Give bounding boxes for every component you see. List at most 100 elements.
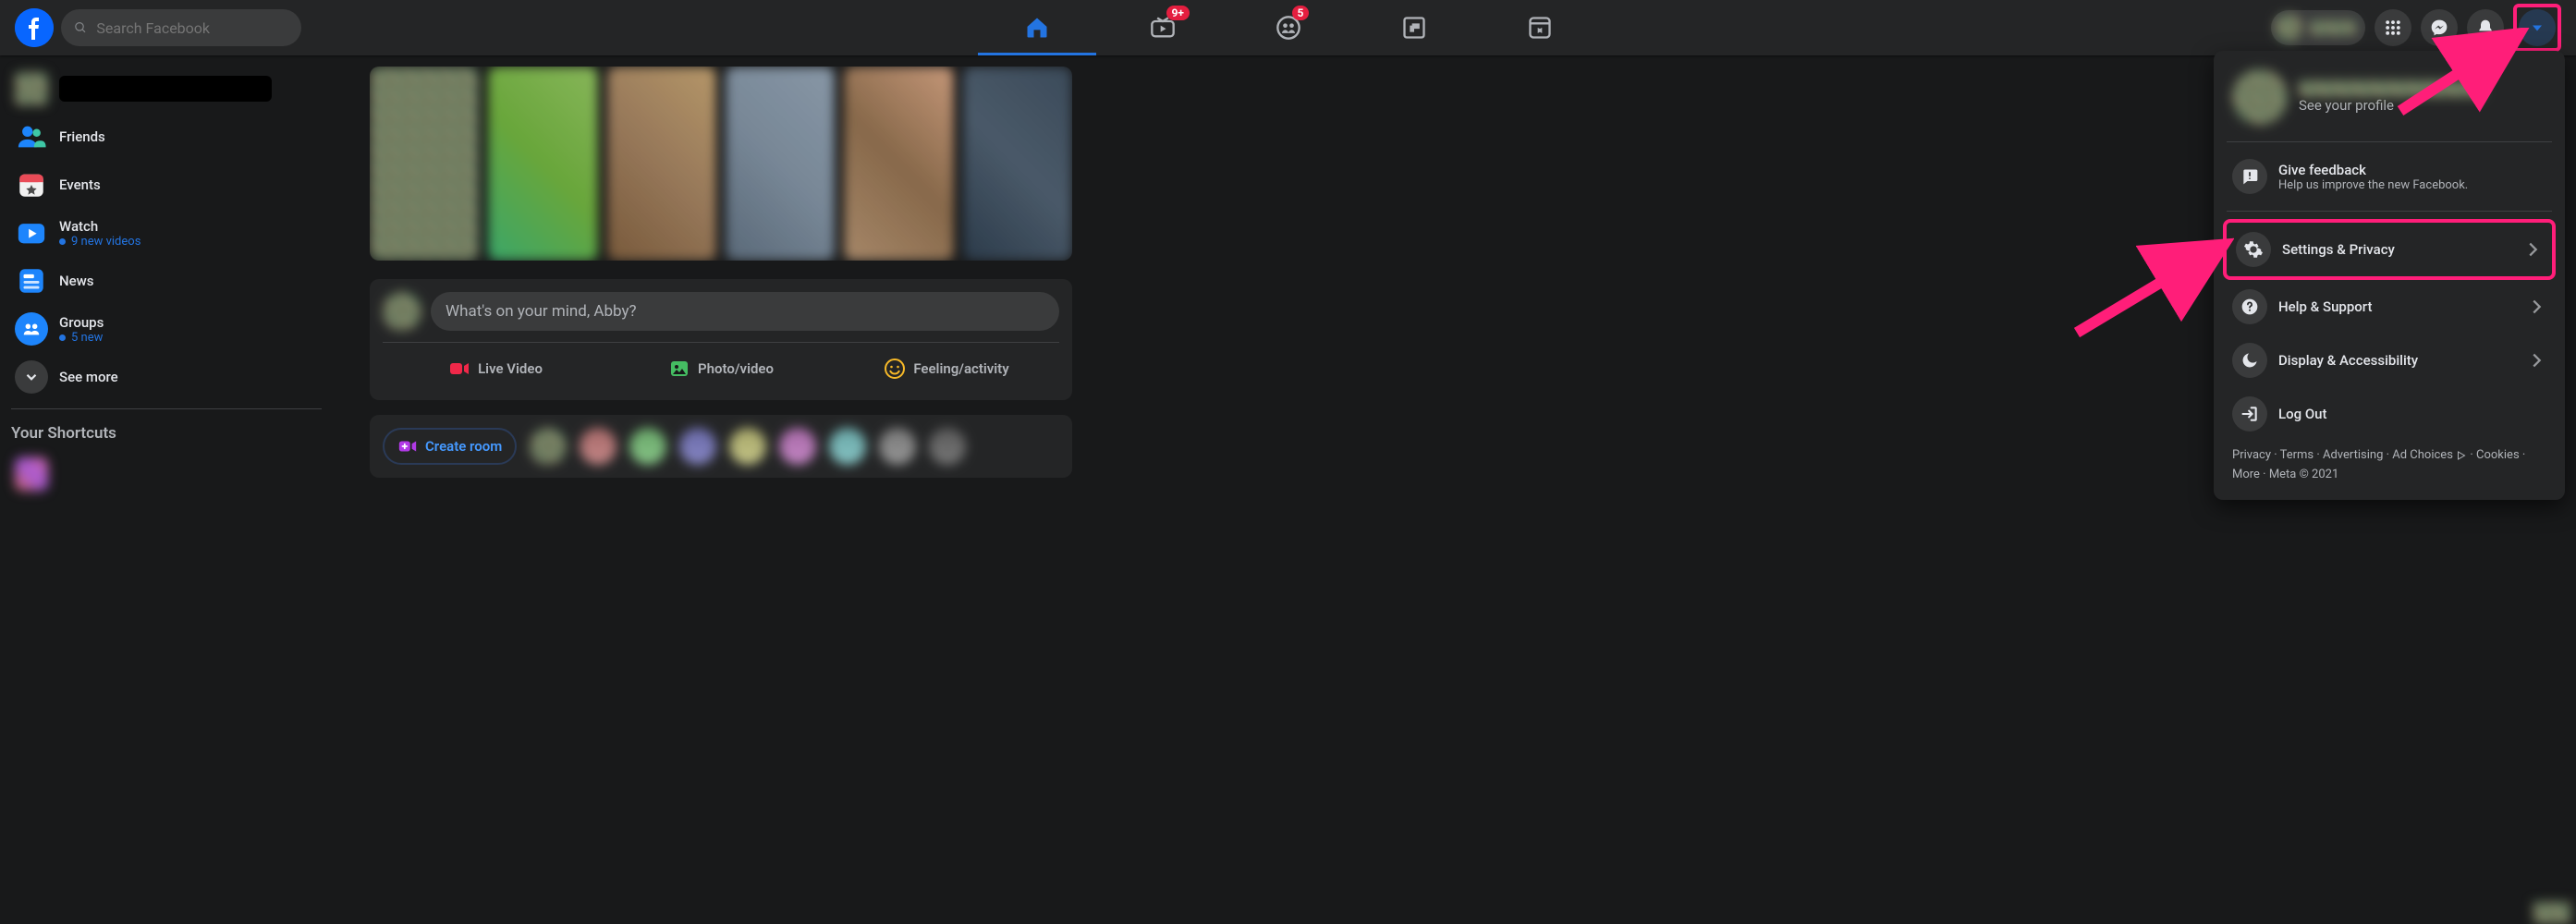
footer-link[interactable]: Privacy [2232, 448, 2271, 462]
grid-icon [2384, 18, 2402, 37]
contact-avatar[interactable] [2533, 902, 2570, 924]
caret-down-icon [2528, 18, 2546, 37]
feedback-icon [2232, 159, 2267, 194]
profile-chip[interactable] [2271, 10, 2365, 45]
story-card[interactable] [844, 67, 953, 261]
main-feed: What's on your mind, Abby? Live Video Ph… [370, 67, 1072, 478]
sidebar-item-label: News [59, 273, 94, 289]
sidebar-item-sub: 5 new [59, 331, 104, 345]
sidebar-item-friends[interactable]: Friends [7, 113, 325, 161]
video-plus-icon [397, 436, 418, 456]
story-card[interactable] [726, 67, 835, 261]
composer-input[interactable]: What's on your mind, Abby? [431, 292, 1059, 331]
friends-icon [15, 120, 48, 153]
sidebar-item-profile[interactable] [7, 65, 325, 113]
story-card[interactable] [370, 67, 479, 261]
sidebar-see-more[interactable]: See more [7, 353, 325, 401]
create-room-button[interactable]: Create room [383, 428, 517, 465]
avatar[interactable] [383, 292, 421, 331]
footer-text: Meta © 2021 [2269, 468, 2338, 481]
logout-icon [2232, 396, 2267, 432]
room-contact[interactable] [530, 428, 567, 465]
story-card[interactable] [963, 67, 1072, 261]
item-sub: Help us improve the new Facebook. [2278, 178, 2468, 192]
sidebar-item-watch[interactable]: Watch 9 new videos [7, 209, 325, 257]
dropdown-log-out[interactable]: Log Out [2223, 387, 2556, 441]
search-input[interactable] [94, 18, 288, 38]
menu-grid-button[interactable] [2375, 9, 2411, 46]
composer-live-video[interactable]: Live Video [383, 350, 608, 387]
messenger-icon [2430, 18, 2448, 37]
room-contact[interactable] [580, 428, 617, 465]
gear-icon [2236, 232, 2271, 267]
groups-icon [15, 312, 48, 346]
tab-gaming[interactable] [1355, 0, 1473, 55]
dropdown-profile[interactable]: See your profile [2223, 60, 2556, 134]
see-profile-label: See your profile [2299, 97, 2484, 114]
smiley-icon [884, 358, 906, 380]
sidebar-item-news[interactable]: News [7, 257, 325, 305]
search-box[interactable] [61, 9, 301, 46]
bell-icon [2476, 18, 2495, 37]
annotation-arrow [2068, 231, 2234, 342]
sidebar-item-label: Events [59, 176, 101, 193]
news-icon [15, 264, 48, 298]
room-contact[interactable] [829, 428, 866, 465]
tab-watch[interactable]: 9+ [1104, 0, 1222, 55]
tab-bookmarks[interactable] [1481, 0, 1599, 55]
stories-tray[interactable] [370, 67, 1072, 261]
room-contact[interactable] [629, 428, 666, 465]
story-card[interactable] [607, 67, 716, 261]
create-room-label: Create room [425, 438, 502, 455]
footer-link[interactable]: Ad Choices [2392, 448, 2467, 462]
footer-link[interactable]: Terms [2280, 448, 2314, 462]
left-sidebar: Friends Events Watch 9 new videos News G… [0, 55, 333, 924]
sidebar-item-label: Groups [59, 314, 104, 331]
shortcuts-heading: Your Shortcuts [7, 417, 325, 450]
room-contact[interactable] [879, 428, 916, 465]
divider [2227, 141, 2552, 142]
item-label: Give feedback [2278, 162, 2468, 178]
messenger-button[interactable] [2421, 9, 2458, 46]
chevron-down-icon [15, 360, 48, 394]
action-label: Live Video [478, 360, 543, 377]
bookmark-icon [1527, 15, 1553, 41]
watch-icon [15, 216, 48, 249]
room-contact[interactable] [779, 428, 816, 465]
composer-feeling[interactable]: Feeling/activity [834, 350, 1059, 387]
footer-link[interactable]: Cookies [2476, 448, 2520, 462]
room-contact[interactable] [729, 428, 766, 465]
tab-home[interactable] [978, 0, 1096, 55]
action-label: Photo/video [698, 360, 774, 377]
sidebar-item-sub: 9 new videos [59, 235, 140, 249]
sidebar-item-label: Watch [59, 218, 140, 235]
account-menu-button[interactable] [2519, 9, 2556, 46]
post-composer: What's on your mind, Abby? Live Video Ph… [370, 279, 1072, 400]
footer-link[interactable]: Advertising [2323, 448, 2383, 462]
groups-badge: 5 [1292, 6, 1310, 20]
account-menu-dropdown: See your profile Give feedback Help us i… [2214, 51, 2565, 500]
story-card[interactable] [488, 67, 597, 261]
facebook-logo[interactable] [15, 8, 54, 47]
search-icon [74, 20, 87, 35]
dropdown-display-accessibility[interactable]: Display & Accessibility [2223, 334, 2556, 387]
chevron-right-icon [2522, 239, 2543, 260]
divider [2227, 211, 2552, 212]
dropdown-give-feedback[interactable]: Give feedback Help us improve the new Fa… [2223, 150, 2556, 203]
tab-groups[interactable]: 5 [1229, 0, 1348, 55]
room-contact[interactable] [929, 428, 966, 465]
footer-link[interactable]: More [2232, 468, 2260, 481]
room-contact[interactable] [679, 428, 716, 465]
dropdown-settings-privacy[interactable]: Settings & Privacy [2223, 219, 2556, 280]
dropdown-help-support[interactable]: Help & Support [2223, 280, 2556, 334]
composer-photo-video[interactable]: Photo/video [608, 350, 834, 387]
item-label: Log Out [2278, 406, 2327, 422]
events-icon [15, 168, 48, 201]
chevron-right-icon [2526, 350, 2546, 371]
sidebar-shortcut[interactable] [7, 450, 325, 498]
avatar [2275, 14, 2302, 42]
sidebar-item-groups[interactable]: Groups 5 new [7, 305, 325, 353]
notifications-button[interactable] [2467, 9, 2504, 46]
sidebar-item-events[interactable]: Events [7, 161, 325, 209]
sidebar-item-label: Friends [59, 128, 105, 145]
